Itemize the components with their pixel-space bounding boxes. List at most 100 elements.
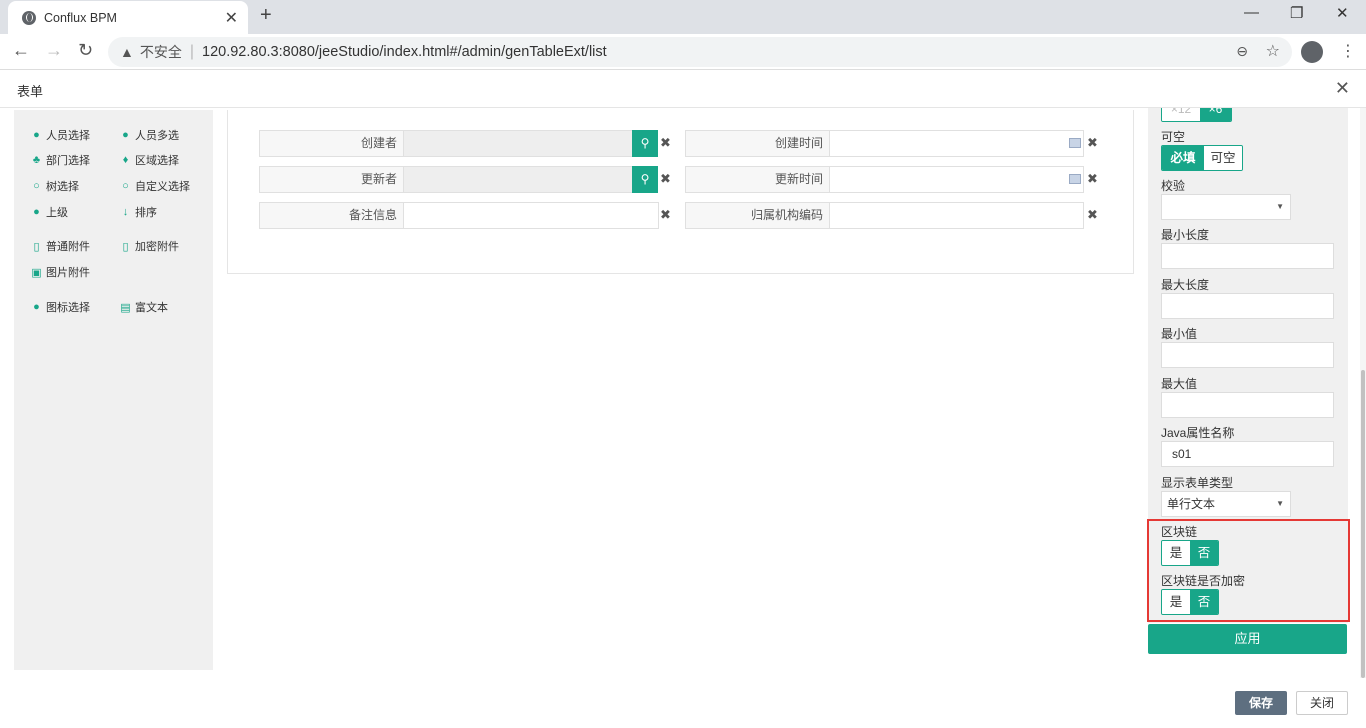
org-code-clear-icon[interactable]: ✖	[1087, 207, 1098, 223]
sidebar-item-icon-select[interactable]: ● 图标选择	[31, 299, 90, 315]
url-text[interactable]: 120.92.80.3:8080/jeeStudio/index.html#/a…	[202, 44, 607, 60]
back-icon[interactable]: ←	[12, 40, 30, 61]
dialog-header: 表单 ✕	[0, 70, 1366, 108]
search-icon: ⚲	[640, 136, 650, 150]
scrollbar-thumb[interactable]	[1361, 370, 1365, 678]
sidebar-item-area-select[interactable]: ♦ 区域选择	[120, 152, 179, 168]
sidebar-item-superior[interactable]: ● 上级	[31, 204, 68, 220]
search-icon: ○	[122, 180, 129, 192]
min-value-input[interactable]	[1161, 342, 1334, 368]
field-label-create-time: 创建时间	[685, 130, 830, 157]
highlight-box	[1147, 519, 1350, 622]
user-icon: ●	[33, 129, 40, 141]
nullable-label: 可空	[1161, 130, 1186, 144]
user-icon: ●	[33, 301, 40, 313]
users-icon: ●	[122, 129, 129, 141]
save-button[interactable]: 保存	[1235, 691, 1287, 715]
component-sidebar	[14, 110, 213, 670]
file-lock-icon: ▯	[122, 240, 129, 253]
new-tab-icon[interactable]: +	[260, 4, 272, 27]
sidebar-item-attachment[interactable]: ▯ 普通附件	[31, 238, 90, 254]
sidebar-item-label: 区域选择	[135, 155, 179, 167]
sitemap-icon: ♣	[32, 154, 41, 166]
address-bar[interactable]: ▲ 不安全 | 120.92.80.3:8080/jeeStudio/index…	[108, 37, 1292, 67]
sidebar-item-label: 排序	[135, 207, 157, 219]
sidebar-item-image-attachment[interactable]: ▣ 图片附件	[31, 264, 90, 280]
zoom-icon[interactable]: ⊖	[1236, 43, 1248, 60]
doc-icon: ▤	[120, 301, 131, 314]
map-pin-icon: ♦	[122, 154, 129, 166]
calendar-icon[interactable]	[1069, 174, 1081, 184]
sidebar-item-rich-text[interactable]: ▤ 富文本	[120, 299, 168, 315]
close-button[interactable]: 关闭	[1296, 691, 1348, 715]
field-label-org-code: 归属机构编码	[685, 202, 830, 229]
updater-search-button[interactable]: ⚲	[632, 166, 658, 193]
show-type-select[interactable]: 单行文本 ▼	[1161, 491, 1291, 517]
show-type-label: 显示表单类型	[1161, 476, 1234, 490]
width-option[interactable]: ×12	[1162, 108, 1200, 121]
sidebar-item-label: 上级	[46, 207, 68, 219]
chevron-down-icon: ▼	[1276, 499, 1284, 508]
divider: |	[189, 43, 195, 60]
updater-input[interactable]	[403, 166, 633, 193]
create-time-input[interactable]	[829, 130, 1084, 157]
tab-close-icon[interactable]: ✕	[225, 8, 238, 28]
browser-tab-bar: Conflux BPM ✕ + — ❐ ✕	[0, 0, 1366, 34]
sidebar-item-dept-select[interactable]: ♣ 部门选择	[31, 152, 90, 168]
bookmark-star-icon[interactable]: ☆	[1266, 41, 1280, 61]
sidebar-item-tree-select[interactable]: ○ 树选择	[31, 178, 79, 194]
update-time-clear-icon[interactable]: ✖	[1087, 171, 1098, 187]
validate-select[interactable]: ▼	[1161, 194, 1291, 220]
remarks-input[interactable]	[403, 202, 659, 229]
globe-icon	[22, 10, 36, 25]
max-length-label: 最大长度	[1161, 278, 1210, 292]
sidebar-item-label: 富文本	[135, 302, 168, 314]
sidebar-item-label: 加密附件	[135, 241, 179, 253]
field-label-updater: 更新者	[259, 166, 404, 193]
updater-clear-icon[interactable]: ✖	[660, 171, 671, 187]
sidebar-item-user-select[interactable]: ● 人员选择	[31, 127, 90, 143]
forward-icon[interactable]: →	[45, 40, 63, 61]
sidebar-item-custom-select[interactable]: ○ 自定义选择	[120, 178, 190, 194]
creator-clear-icon[interactable]: ✖	[660, 135, 671, 151]
sidebar-item-encrypted-attachment[interactable]: ▯ 加密附件	[120, 238, 179, 254]
update-time-input[interactable]	[829, 166, 1084, 193]
nullable-option[interactable]: 可空	[1204, 146, 1242, 170]
max-length-input[interactable]	[1161, 293, 1334, 319]
java-attr-input[interactable]: s01	[1161, 441, 1334, 467]
browser-tab[interactable]: Conflux BPM ✕	[8, 1, 248, 34]
required-option[interactable]: 必填	[1162, 146, 1204, 170]
calendar-icon[interactable]	[1069, 138, 1081, 148]
max-value-input[interactable]	[1161, 392, 1334, 418]
search-icon: ⚲	[640, 172, 650, 186]
show-type-value: 单行文本	[1167, 497, 1216, 511]
profile-avatar-icon[interactable]	[1301, 41, 1323, 63]
reload-icon[interactable]: ↻	[78, 40, 93, 61]
apply-button[interactable]: 应用	[1148, 624, 1347, 654]
sidebar-item-label: 自定义选择	[135, 181, 190, 193]
sidebar-item-sort[interactable]: ↓ 排序	[120, 204, 157, 220]
min-length-input[interactable]	[1161, 243, 1334, 269]
sidebar-item-user-multi[interactable]: ● 人员多选	[120, 127, 179, 143]
create-time-clear-icon[interactable]: ✖	[1087, 135, 1098, 151]
width-toggle-partial[interactable]: ×12 ×6	[1161, 108, 1232, 122]
sidebar-item-label: 树选择	[46, 181, 79, 193]
search-icon: ○	[33, 180, 40, 192]
sidebar-item-label: 人员多选	[135, 130, 179, 142]
window-close-icon[interactable]: ✕	[1336, 4, 1349, 22]
sidebar-item-label: 图片附件	[46, 267, 90, 279]
min-length-label: 最小长度	[1161, 228, 1210, 242]
dialog-close-icon[interactable]: ✕	[1335, 78, 1350, 99]
creator-input[interactable]	[403, 130, 633, 157]
sort-icon: ↓	[122, 206, 129, 218]
creator-search-button[interactable]: ⚲	[632, 130, 658, 157]
warning-icon: ▲	[120, 44, 134, 60]
remarks-clear-icon[interactable]: ✖	[660, 207, 671, 223]
nullable-toggle[interactable]: 必填 可空	[1161, 145, 1243, 171]
org-code-input[interactable]	[829, 202, 1084, 229]
sidebar-item-label: 普通附件	[46, 241, 90, 253]
menu-kebab-icon[interactable]: ⋮	[1340, 41, 1356, 61]
width-option[interactable]: ×6	[1200, 108, 1231, 121]
maximize-icon[interactable]: ❐	[1290, 4, 1303, 22]
minimize-icon[interactable]: —	[1244, 4, 1259, 21]
